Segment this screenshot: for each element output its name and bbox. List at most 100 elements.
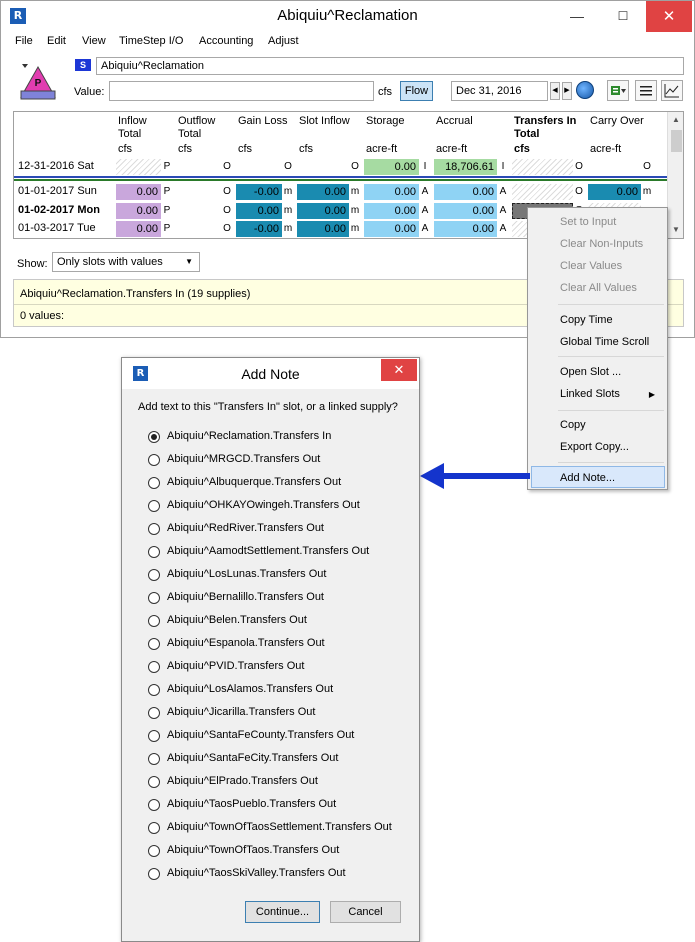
date-field[interactable]: Dec 31, 2016 [451, 81, 548, 101]
context-menu-item[interactable]: Clear Values [560, 260, 622, 272]
column-header[interactable]: Transfers In Total [514, 115, 576, 141]
table-cell[interactable] [512, 159, 573, 175]
table-cell[interactable]: 0.00 [434, 184, 497, 200]
radio-button[interactable] [148, 569, 160, 581]
table-cell[interactable] [588, 159, 641, 175]
plot-icon[interactable] [661, 80, 683, 101]
context-menu-item[interactable]: Open Slot ... [560, 366, 621, 378]
table-cell[interactable]: 0.00 [588, 184, 641, 200]
table-cell[interactable]: 0.00 [434, 203, 497, 219]
minimize-button[interactable]: — [554, 1, 600, 32]
table-cell[interactable] [176, 159, 221, 175]
globe-icon[interactable] [576, 81, 594, 99]
cell-flag: A [497, 221, 509, 237]
row-date[interactable]: 12-31-2016 Sat [18, 160, 94, 172]
column-header[interactable]: Accrual [436, 115, 473, 141]
table-cell[interactable]: 18,706.61 [434, 159, 497, 175]
radio-button[interactable] [148, 454, 160, 466]
menu-file[interactable]: File [15, 35, 33, 47]
vertical-scrollbar[interactable]: ▲ ▼ [667, 112, 683, 238]
show-filter-select[interactable]: Only slots with values ▼ [52, 252, 200, 272]
table-cell[interactable]: 0.00 [364, 221, 419, 237]
passive-account-icon[interactable]: P [19, 61, 57, 101]
context-menu-item[interactable]: Export Copy... [560, 441, 629, 453]
row-date[interactable]: 01-03-2017 Tue [18, 222, 96, 234]
value-input[interactable] [109, 81, 374, 101]
radio-button[interactable] [148, 500, 160, 512]
cancel-button[interactable]: Cancel [330, 901, 401, 923]
menu-edit[interactable]: Edit [47, 35, 66, 47]
table-cell[interactable] [176, 221, 221, 237]
radio-button[interactable] [148, 822, 160, 834]
table-cell[interactable] [297, 159, 349, 175]
list-view-icon[interactable] [635, 80, 657, 101]
menu-adjust[interactable]: Adjust [268, 35, 299, 47]
continue-button[interactable]: Continue... [245, 901, 320, 923]
table-cell[interactable]: 0.00 [297, 203, 349, 219]
column-header[interactable]: Outflow Total [178, 115, 215, 141]
close-button[interactable]: ✕ [646, 1, 692, 32]
table-cell[interactable]: 0.00 [297, 184, 349, 200]
table-cell[interactable] [176, 184, 221, 200]
row-date[interactable]: 01-02-2017 Mon [18, 204, 100, 216]
table-cell[interactable]: 0.00 [297, 221, 349, 237]
set-input-icon[interactable] [607, 80, 629, 101]
menu-accounting[interactable]: Accounting [199, 35, 253, 47]
table-cell[interactable]: 0.00 [236, 203, 282, 219]
radio-button[interactable] [148, 707, 160, 719]
radio-button[interactable] [148, 845, 160, 857]
scrollbar-thumb[interactable] [671, 130, 682, 152]
table-cell[interactable]: 0.00 [364, 184, 419, 200]
table-cell[interactable]: 0.00 [364, 159, 419, 175]
table-cell[interactable]: 0.00 [434, 221, 497, 237]
radio-button[interactable] [148, 638, 160, 650]
radio-button[interactable] [148, 592, 160, 604]
column-header-title: Transfers In [514, 115, 577, 127]
radio-button[interactable] [148, 546, 160, 558]
radio-button[interactable] [148, 661, 160, 673]
flow-button[interactable]: Flow [400, 81, 433, 101]
context-menu-item[interactable]: Global Time Scroll [560, 336, 649, 348]
radio-button[interactable] [148, 477, 160, 489]
radio-button[interactable] [148, 868, 160, 880]
radio-button[interactable] [148, 776, 160, 788]
object-name-field[interactable]: Abiquiu^Reclamation [96, 57, 684, 75]
dialog-close-button[interactable]: ✕ [381, 359, 417, 381]
table-cell[interactable]: -0.00 [236, 184, 282, 200]
column-header[interactable]: Storage [366, 115, 405, 141]
column-header[interactable]: Slot Inflow [299, 115, 350, 141]
column-header[interactable]: Carry Over [590, 115, 644, 141]
column-header[interactable]: Gain Loss [238, 115, 288, 141]
context-menu-item[interactable]: Linked Slots [560, 388, 620, 400]
context-menu-item[interactable]: Copy [560, 419, 586, 431]
radio-button[interactable] [148, 799, 160, 811]
column-header[interactable]: Inflow Total [118, 115, 147, 141]
menu-view[interactable]: View [82, 35, 106, 47]
date-next-button[interactable]: ▶ [562, 82, 572, 100]
menu-timestep-io[interactable]: TimeStep I/O [119, 35, 183, 47]
table-cell[interactable]: -0.00 [236, 221, 282, 237]
table-cell[interactable] [512, 184, 573, 200]
table-cell[interactable] [116, 159, 161, 175]
radio-button[interactable] [148, 523, 160, 535]
table-cell[interactable]: 0.00 [116, 203, 161, 219]
context-menu-item[interactable]: Clear All Values [560, 282, 637, 294]
table-cell[interactable] [176, 203, 221, 219]
table-cell[interactable]: 0.00 [116, 221, 161, 237]
table-cell[interactable]: 0.00 [116, 184, 161, 200]
radio-button[interactable] [148, 753, 160, 765]
context-menu-item[interactable]: Add Note... [560, 472, 615, 484]
radio-button[interactable] [148, 730, 160, 742]
table-cell[interactable] [236, 159, 282, 175]
row-date[interactable]: 01-01-2017 Sun [18, 185, 97, 197]
radio-button[interactable] [148, 431, 160, 443]
date-prev-button[interactable]: ◀ [550, 82, 560, 100]
radio-button[interactable] [148, 615, 160, 627]
context-menu-item[interactable]: Clear Non-Inputs [560, 238, 643, 250]
context-menu-item[interactable]: Copy Time [560, 314, 613, 326]
supply-option-label: Abiquiu^AamodtSettlement.Transfers Out [167, 545, 370, 557]
context-menu-item[interactable]: Set to Input [560, 216, 616, 228]
maximize-button[interactable]: ☐ [600, 1, 646, 32]
radio-button[interactable] [148, 684, 160, 696]
table-cell[interactable]: 0.00 [364, 203, 419, 219]
